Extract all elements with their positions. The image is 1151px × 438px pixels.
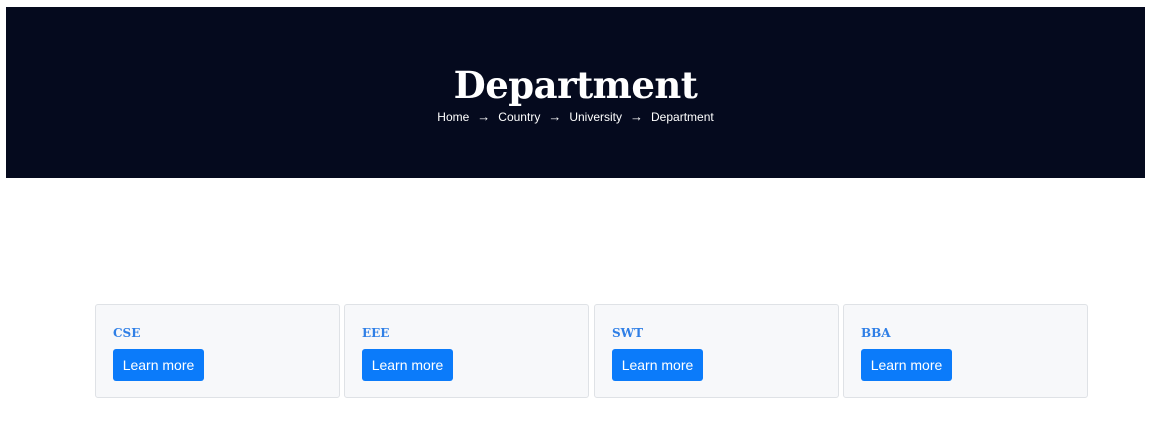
page-header: Department Home → Country → University →…	[6, 7, 1145, 178]
department-card-cse: CSE Learn more	[95, 304, 340, 398]
arrow-right-icon: →	[477, 109, 491, 124]
breadcrumb-university[interactable]: University	[569, 109, 622, 125]
arrow-right-icon: →	[630, 109, 644, 124]
department-card-swt: SWT Learn more	[594, 304, 839, 398]
department-name: EEE	[362, 326, 390, 340]
department-card-bba: BBA Learn more	[843, 304, 1088, 398]
learn-more-button[interactable]: Learn more	[113, 349, 204, 381]
breadcrumb-country[interactable]: Country	[498, 109, 540, 125]
department-name: CSE	[113, 326, 141, 340]
breadcrumb-home[interactable]: Home	[437, 109, 469, 125]
department-name: SWT	[612, 326, 644, 340]
learn-more-button[interactable]: Learn more	[861, 349, 952, 381]
arrow-right-icon: →	[548, 109, 562, 124]
breadcrumb-department: Department	[651, 110, 714, 124]
breadcrumb: Home → Country → University → Department	[6, 109, 1145, 125]
page-title: Department	[453, 63, 698, 107]
department-name: BBA	[861, 326, 891, 340]
learn-more-button[interactable]: Learn more	[362, 349, 453, 381]
learn-more-button[interactable]: Learn more	[612, 349, 703, 381]
department-card-eee: EEE Learn more	[344, 304, 589, 398]
